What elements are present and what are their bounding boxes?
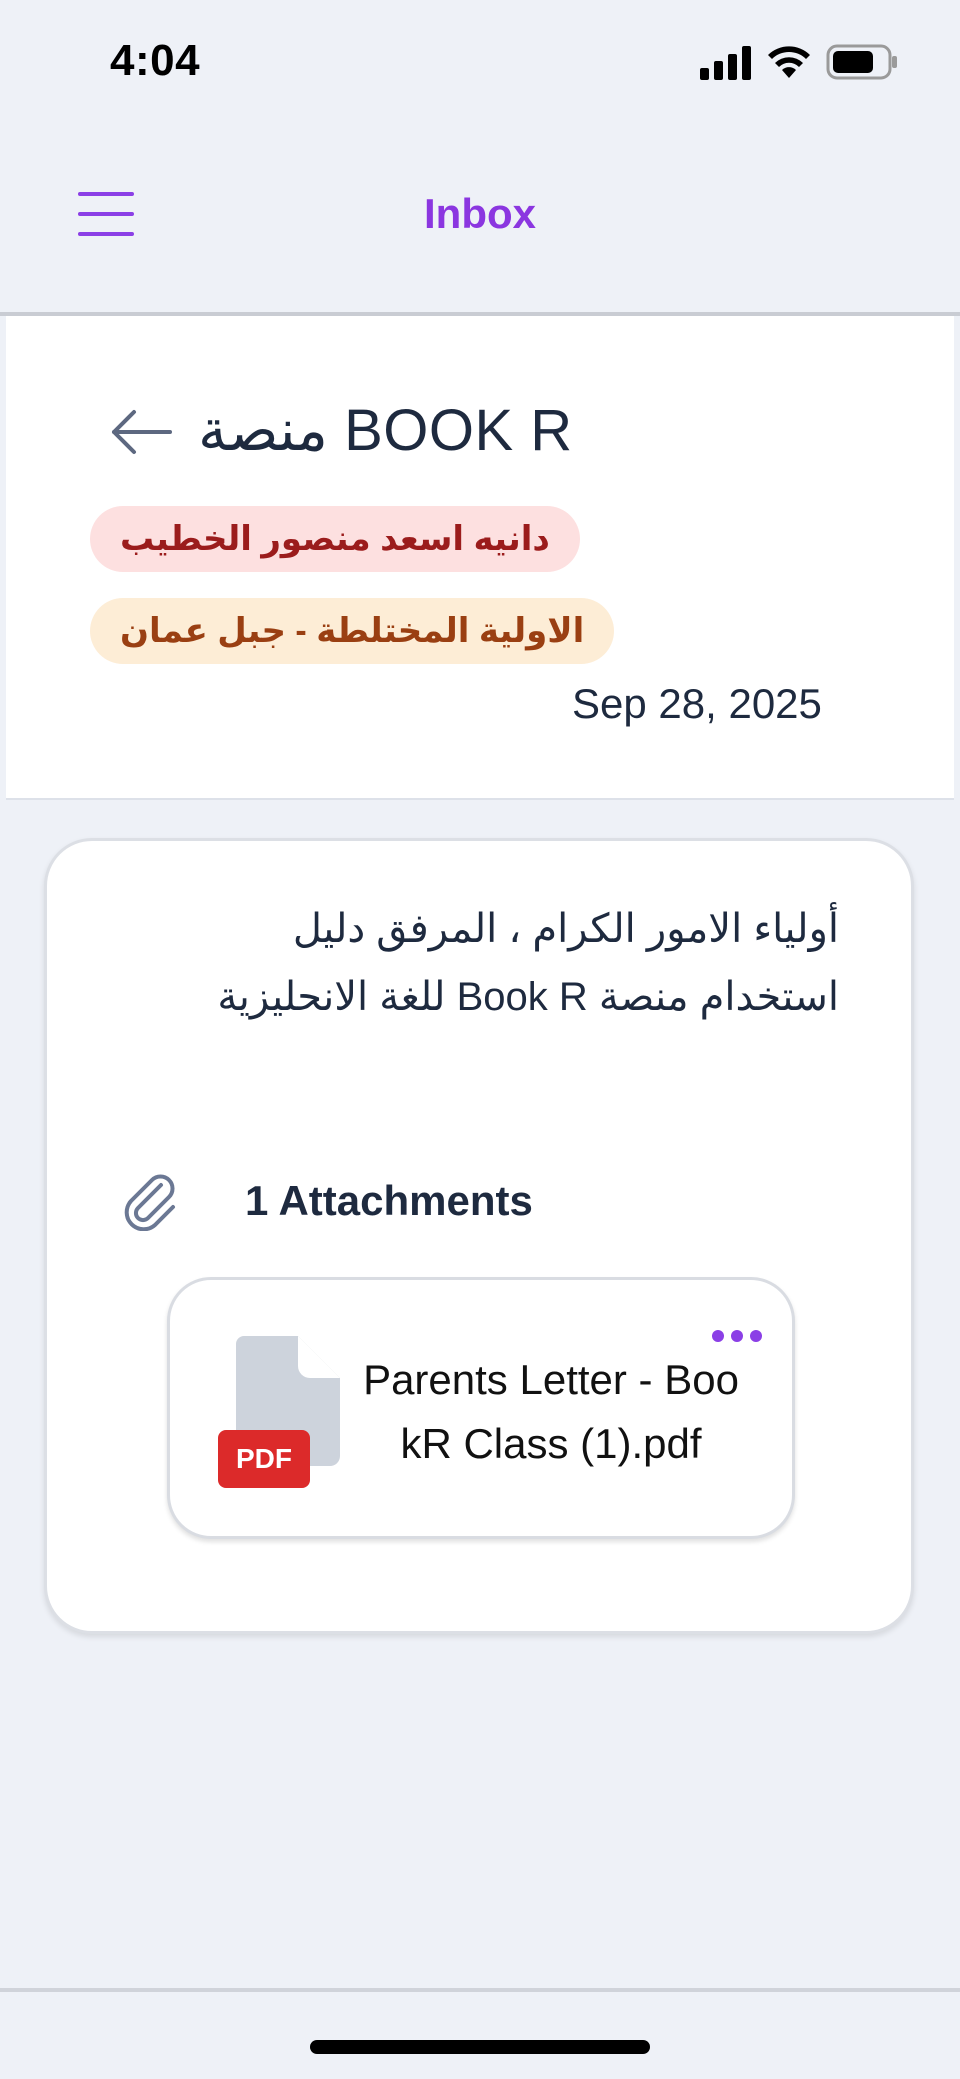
school-tag: الاولية المختلطة - جبل عمان — [90, 598, 615, 664]
wifi-icon — [768, 46, 810, 78]
message-header: منصة BOOK R دانيه اسعد منصور الخطيب الاو… — [6, 316, 954, 800]
message-body: أولياء الامور الكرام ، المرفق دليل استخد… — [139, 895, 839, 1031]
message-body-card: أولياء الامور الكرام ، المرفق دليل استخد… — [44, 838, 914, 1634]
attachment-file-card[interactable]: PDF Parents Letter - BookR Class (1).pdf — [167, 1277, 795, 1539]
more-options-icon[interactable] — [712, 1328, 764, 1344]
message-body-line: استخدام منصة Book R للغة الانحليزية — [217, 975, 839, 1019]
home-indicator[interactable] — [310, 2040, 650, 2054]
message-subject: منصة BOOK R — [198, 398, 573, 463]
status-time: 4:04 — [110, 36, 201, 85]
message-body-line: أولياء الامور الكرام ، المرفق دليل — [292, 907, 839, 951]
app-header: Inbox — [0, 116, 960, 316]
status-bar: 4:04 — [0, 0, 960, 116]
paperclip-icon — [124, 1174, 175, 1231]
sender-tag: دانيه اسعد منصور الخطيب — [90, 506, 580, 572]
battery-icon — [826, 44, 897, 80]
signal-icon — [700, 46, 751, 80]
message-date: Sep 28, 2025 — [572, 680, 822, 727]
pdf-badge: PDF — [218, 1430, 310, 1488]
page-title: Inbox — [424, 190, 536, 237]
content-bottom-divider — [0, 1988, 960, 1992]
attachment-file-name: Parents Letter - BookR Class (1).pdf — [363, 1356, 739, 1467]
back-arrow-icon[interactable] — [110, 408, 174, 456]
attachments-count: 1 Attachments — [245, 1177, 533, 1224]
